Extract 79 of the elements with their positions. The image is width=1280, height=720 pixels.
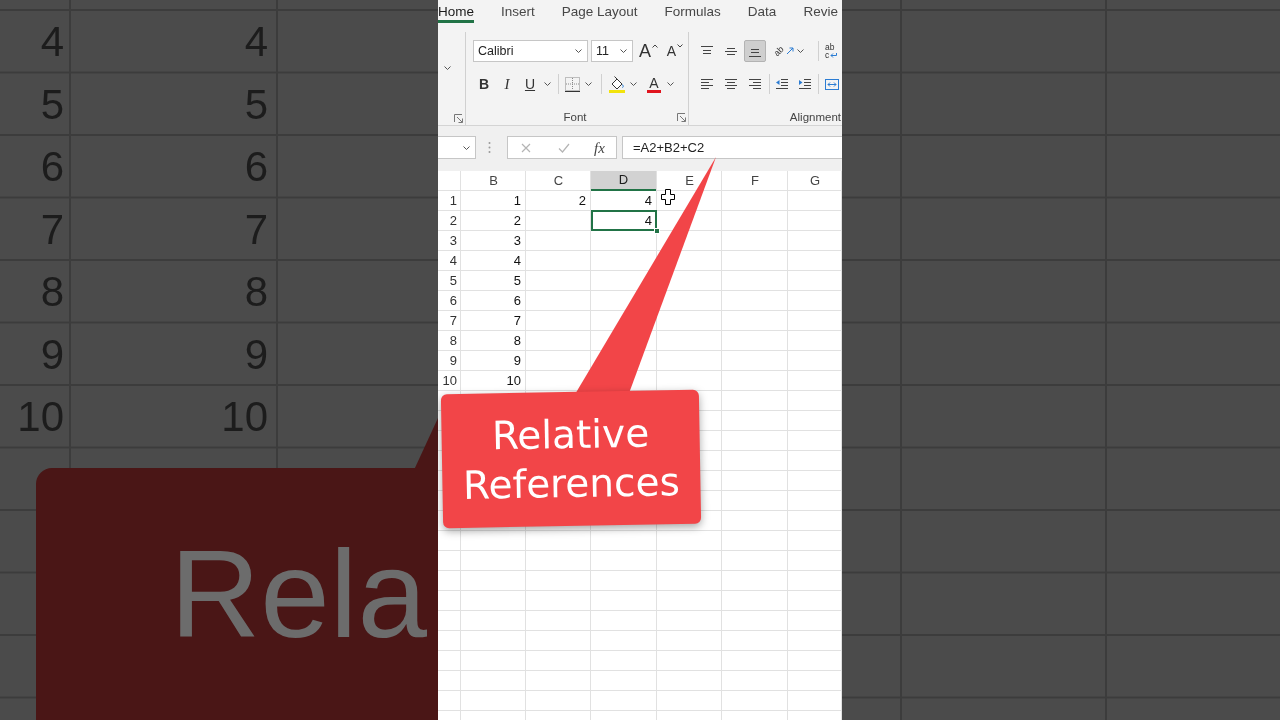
caret-icon[interactable]: [544, 82, 551, 86]
row-header[interactable]: 1: [438, 191, 461, 210]
row-header[interactable]: 9: [438, 351, 461, 370]
font-size-dropdown[interactable]: 11: [591, 40, 633, 62]
callout-text: Rela: [170, 531, 428, 656]
sheet-cell[interactable]: 4: [461, 251, 526, 270]
launcher-icon[interactable]: [454, 114, 463, 123]
column-header[interactable]: B: [461, 171, 526, 190]
column-header[interactable]: G: [788, 171, 842, 190]
fill-handle-icon[interactable]: [654, 228, 660, 234]
sheet-cell[interactable]: 2: [461, 211, 526, 230]
row-header[interactable]: 3: [438, 231, 461, 250]
bottom-align-button[interactable]: [744, 40, 766, 62]
group-label: Font: [563, 111, 587, 123]
ribbon-tab[interactable]: Revie: [803, 3, 838, 23]
sheet-cell[interactable]: 4: [591, 191, 657, 210]
column-header[interactable]: F: [722, 171, 788, 190]
caret-up-icon: [652, 44, 658, 48]
row-header[interactable]: 2: [438, 211, 461, 230]
sheet-cell[interactable]: 7: [461, 311, 526, 330]
sheet-cell[interactable]: 2: [526, 191, 591, 210]
caret-icon[interactable]: [630, 82, 637, 86]
grow-font-button[interactable]: A: [637, 40, 660, 62]
caret-icon: [575, 49, 582, 53]
row-header[interactable]: 6: [438, 291, 461, 310]
sheet-cell[interactable]: 3: [461, 231, 526, 250]
ribbon-tab[interactable]: Page Layout: [561, 3, 638, 23]
bold-button[interactable]: B: [473, 73, 495, 95]
caret-icon[interactable]: [797, 49, 804, 53]
callout-text: Relative References: [461, 409, 682, 510]
borders-icon[interactable]: [565, 76, 580, 92]
row-header[interactable]: 4: [438, 251, 461, 270]
dots-icon: [488, 141, 491, 154]
caret-icon[interactable]: [444, 66, 451, 70]
caret-icon[interactable]: [585, 82, 592, 86]
shrink-font-button[interactable]: A: [664, 40, 686, 62]
launcher-icon[interactable]: [677, 112, 686, 122]
sheet-cell[interactable]: 8: [461, 331, 526, 350]
sheet-cell[interactable]: 4: [591, 210, 657, 231]
row-header[interactable]: 8: [438, 331, 461, 350]
merge-icon[interactable]: [825, 77, 839, 91]
insert-function-button[interactable]: fx: [594, 138, 605, 157]
ribbon-tab[interactable]: Formulas: [664, 3, 721, 23]
ribbon-tab[interactable]: Data: [747, 3, 777, 23]
font-color-button[interactable]: A: [643, 73, 665, 95]
italic-button[interactable]: I: [496, 73, 518, 95]
caret-icon: [620, 49, 627, 53]
sheet-cell[interactable]: 5: [461, 271, 526, 290]
underline-button[interactable]: U: [519, 73, 541, 95]
arrow-icon: [830, 52, 838, 58]
caret-down-icon: [677, 44, 684, 48]
caret-icon: [463, 145, 470, 150]
increase-indent-icon[interactable]: [798, 78, 812, 90]
sheet-cell[interactable]: 1: [461, 191, 526, 210]
column-header[interactable]: E: [657, 171, 722, 190]
sheet-cell[interactable]: 9: [461, 351, 526, 370]
formula-field[interactable]: =A2+B2+C2: [622, 136, 842, 159]
caret-icon[interactable]: [667, 82, 674, 86]
paint-bucket-icon[interactable]: [608, 75, 626, 93]
row-header[interactable]: 7: [438, 311, 461, 330]
sheet-cell[interactable]: 6: [461, 291, 526, 310]
swatch-icon: [647, 89, 661, 93]
sheet-cell[interactable]: 10: [461, 371, 526, 390]
row-header[interactable]: 10: [438, 371, 461, 390]
group-label: Alignment: [789, 111, 841, 123]
cursor-icon: [661, 189, 675, 205]
ribbon-tab[interactable]: Home: [438, 3, 474, 23]
align-left-icon: [700, 78, 714, 90]
row-header[interactable]: 5: [438, 271, 461, 290]
decrease-indent-icon[interactable]: [775, 78, 789, 90]
align-center-icon: [724, 78, 738, 90]
align-right-icon: [748, 78, 762, 90]
column-header[interactable]: C: [526, 171, 591, 190]
ribbon-tab[interactable]: Insert: [501, 3, 535, 23]
orientation-button[interactable]: ab: [773, 40, 795, 62]
arrow-icon: [785, 47, 794, 55]
wrap-text-button[interactable]: ab c: [825, 40, 839, 62]
font-name-dropdown[interactable]: Calibri: [473, 40, 588, 62]
column-header[interactable]: D: [591, 171, 656, 191]
